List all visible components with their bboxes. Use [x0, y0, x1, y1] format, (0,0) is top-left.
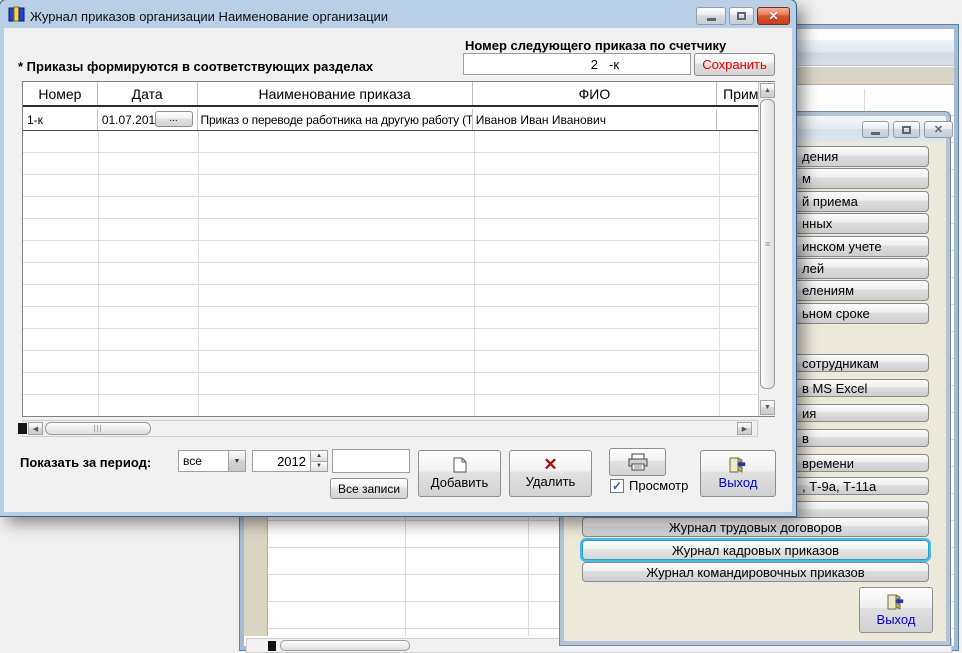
spin-down-button[interactable]: ▼	[311, 462, 327, 472]
close-icon: ✕	[768, 9, 778, 23]
all-records-button[interactable]: Все записи	[330, 478, 408, 499]
cell-date[interactable]: 01.07.2012 ...	[98, 109, 198, 130]
exit-label: Выход	[719, 475, 758, 490]
orders-table: Номер Дата Наименование приказа ФИО Прим…	[22, 81, 775, 417]
table-splitter-box[interactable]	[18, 423, 27, 434]
exit-door-icon	[887, 594, 905, 610]
panel-minimize-button[interactable]	[862, 121, 889, 138]
delete-label: Удалить	[526, 474, 576, 489]
date-picker-button[interactable]: ...	[155, 111, 193, 127]
print-button[interactable]	[609, 448, 666, 476]
hscrollbar-thumb[interactable]: |||	[45, 422, 151, 435]
minimize-icon	[707, 18, 716, 21]
maximize-icon	[737, 12, 746, 20]
delete-button[interactable]: ✕ Удалить	[509, 450, 592, 497]
spin-up-button[interactable]: ▲	[311, 451, 327, 462]
filter-label: Показать за период:	[20, 455, 151, 470]
close-button[interactable]: ✕	[757, 7, 790, 25]
journal-book-icon	[8, 6, 26, 23]
combo-dropdown-button[interactable]: ▼	[228, 451, 245, 471]
period-value: все	[179, 451, 228, 471]
journal-hr-orders-button[interactable]: Журнал кадровых приказов	[582, 540, 929, 560]
table-hscrollbar[interactable]: ◀ ||| ▶	[22, 420, 758, 437]
col-header-date[interactable]: Дата	[98, 82, 198, 105]
scroll-right-arrow[interactable]: ▶	[737, 422, 752, 435]
maximize-button[interactable]	[729, 7, 754, 25]
save-button[interactable]: Сохранить	[694, 53, 775, 76]
panel-maximize-button[interactable]	[893, 121, 920, 138]
period-combobox[interactable]: все ▼	[178, 450, 246, 472]
maximize-icon	[902, 126, 911, 134]
table-column-line	[474, 109, 475, 416]
counter-label: Номер следующего приказа по счетчику	[465, 38, 726, 53]
col-header-fio[interactable]: ФИО	[473, 82, 717, 105]
col-header-number[interactable]: Номер	[23, 82, 98, 105]
panel-exit-button[interactable]: Выход	[859, 587, 933, 633]
scroll-down-arrow[interactable]: ▼	[760, 400, 775, 415]
date-value: 01.07.2012	[102, 113, 162, 127]
preview-label: Просмотр	[629, 478, 688, 493]
printer-icon	[627, 453, 649, 471]
cell-fio[interactable]: Иванов Иван Иванович	[473, 109, 717, 130]
counter-field-1[interactable]	[463, 53, 550, 75]
cell-number[interactable]: 1-к	[23, 109, 98, 130]
journal-contracts-button[interactable]: Журнал трудовых договоров	[582, 517, 929, 537]
hscrollbar-thumb[interactable]	[280, 640, 410, 651]
exit-door-icon	[729, 457, 747, 473]
minimize-icon	[871, 132, 880, 135]
table-column-line	[198, 109, 199, 416]
vscrollbar-thumb[interactable]: ≡	[760, 99, 775, 389]
document-icon	[453, 457, 467, 473]
journal-trip-orders-button[interactable]: Журнал командировочных приказов	[582, 562, 929, 582]
scroll-up-arrow[interactable]: ▲	[760, 83, 775, 98]
orders-journal-window: Журнал приказов организации Наименование…	[0, 0, 796, 516]
exit-button[interactable]: Выход	[700, 450, 776, 497]
note-label: * Приказы формируются в соответствующих …	[18, 59, 373, 74]
table-column-line	[719, 109, 720, 416]
panel-close-button[interactable]: ✕	[924, 121, 953, 138]
table-empty-rows	[23, 109, 774, 416]
add-button[interactable]: Добавить	[418, 450, 501, 497]
minimize-button[interactable]	[696, 7, 726, 25]
cell-order-name[interactable]: Приказ о переводе работника на другую ра…	[198, 109, 473, 130]
table-header-row: Номер Дата Наименование приказа ФИО Прим	[23, 82, 774, 107]
table-row[interactable]: 1-к 01.07.2012 ... Приказ о переводе раб…	[23, 109, 774, 131]
preview-checkbox-row[interactable]: ✓ Просмотр	[610, 478, 688, 493]
delete-x-icon: ✕	[543, 458, 557, 472]
preview-checkbox[interactable]: ✓	[610, 479, 624, 493]
col-header-name[interactable]: Наименование приказа	[198, 82, 473, 105]
window-title: Журнал приказов организации Наименование…	[30, 9, 388, 24]
close-icon: ✕	[934, 123, 943, 136]
filter-text-field[interactable]	[332, 449, 410, 473]
table-vscrollbar[interactable]: ▲ ≡ ▼	[758, 82, 776, 416]
scroll-left-arrow[interactable]: ◀	[28, 422, 43, 435]
table-column-line	[98, 109, 99, 416]
year-value: 2012	[253, 451, 310, 471]
counter-field-2[interactable]: 2	[549, 53, 605, 75]
add-label: Добавить	[431, 475, 488, 490]
counter-suffix-field[interactable]: -к	[604, 53, 691, 75]
panel-exit-label: Выход	[877, 612, 916, 627]
year-spinner[interactable]: 2012 ▲ ▼	[252, 450, 328, 472]
